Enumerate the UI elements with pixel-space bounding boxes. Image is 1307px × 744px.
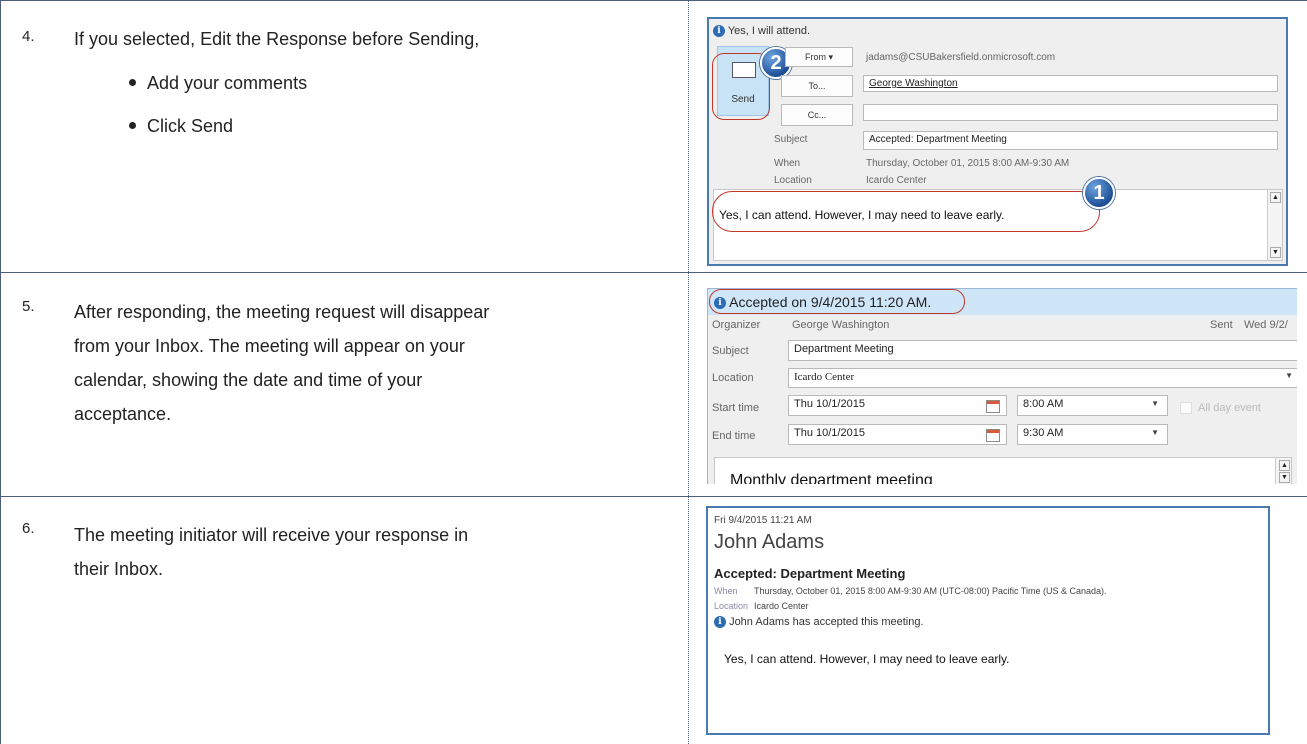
response-compose-screenshot: i Yes, I will attend. Send 2 From ▾ jada… [707, 17, 1288, 266]
highlight-accepted-oval [709, 289, 965, 314]
sent-value: Wed 9/2/ [1244, 319, 1288, 331]
cc-button[interactable]: Cc... [781, 104, 853, 126]
location-field[interactable]: Icardo Center ▼ [788, 368, 1297, 388]
calendar-icon[interactable] [986, 429, 1000, 442]
step-text: After responding, the meeting request wi… [74, 295, 489, 431]
sent-label: Sent [1210, 319, 1233, 331]
location-label: Location [714, 601, 749, 611]
scroll-up-icon[interactable]: ▲ [1279, 460, 1290, 471]
when-value: Thursday, October 01, 2015 8:00 AM-9:30 … [866, 158, 1070, 169]
info-icon: i [714, 616, 726, 629]
column-divider [688, 0, 689, 744]
when-label: When [714, 586, 738, 596]
subject-field[interactable]: Accepted: Department Meeting [863, 131, 1278, 150]
description-text: Monthly department meeting [730, 472, 933, 484]
organizer-inbox-screenshot: Fri 9/4/2015 11:21 AM John Adams Accepte… [706, 506, 1270, 735]
highlight-body-oval [712, 191, 1100, 232]
scrollbar[interactable]: ▲ ▼ [1275, 458, 1291, 484]
end-time-value: 9:30 AM [1023, 427, 1064, 439]
step-number: 5. [22, 298, 35, 315]
scrollbar[interactable]: ▲ ▼ [1267, 190, 1282, 260]
dropdown-arrow-icon[interactable]: ▼ [1285, 371, 1293, 380]
all-day-checkbox[interactable] [1180, 402, 1192, 414]
start-time-field[interactable]: 8:00 AM ▼ [1017, 395, 1168, 416]
start-time-label: Start time [712, 402, 760, 414]
step-number: 6. [22, 520, 35, 537]
step-text-line: calendar, showing the date and time of y… [74, 370, 423, 390]
table-top-border [0, 0, 1307, 1]
scroll-up-icon[interactable]: ▲ [1270, 192, 1281, 203]
end-time-field[interactable]: 9:30 AM ▼ [1017, 424, 1168, 445]
subject-field[interactable]: Department Meeting [788, 340, 1297, 361]
end-time-label: End time [712, 430, 756, 442]
location-value: Icardo Center [754, 601, 809, 611]
start-date-field[interactable]: Thu 10/1/2015 [788, 395, 1007, 416]
when-label: When [774, 158, 801, 169]
info-banner: i Yes, I will attend. [713, 25, 810, 38]
received-datetime: Fri 9/4/2015 11:21 AM [714, 515, 812, 526]
step-text-line: from your Inbox. The meeting will appear… [74, 336, 465, 356]
all-day-label: All day event [1198, 402, 1261, 414]
step-text-line: acceptance. [74, 404, 172, 424]
end-date-value: Thu 10/1/2015 [794, 427, 865, 439]
step-number: 4. [22, 28, 35, 45]
message-body: Yes, I can attend. However, I may need t… [724, 652, 1010, 666]
step-text-line: their Inbox. [74, 559, 164, 579]
bullet-list: Add your comments Click Send [125, 67, 307, 142]
to-recipient: George Washington [869, 78, 958, 89]
step-text: The meeting initiator will receive your … [74, 518, 468, 586]
step-text: If you selected, Edit the Response befor… [74, 29, 480, 49]
location-value: Icardo Center [866, 175, 927, 186]
dropdown-arrow-icon[interactable]: ▼ [1151, 428, 1159, 437]
subject-label: Subject [774, 134, 808, 145]
to-button[interactable]: To... [781, 75, 853, 97]
accepted-info: i John Adams has accepted this meeting. [714, 616, 924, 629]
step-text-line: The meeting initiator will receive your … [74, 525, 469, 545]
to-field[interactable]: George Washington [863, 75, 1278, 92]
info-icon: i [713, 25, 725, 38]
table-left-border [0, 0, 1, 744]
cc-field[interactable] [863, 104, 1278, 121]
from-value: jadams@CSUBakersfield.onmicrosoft.com [866, 52, 1056, 63]
start-time-value: 8:00 AM [1023, 398, 1064, 410]
banner-text: Yes, I will attend. [727, 25, 810, 37]
organizer-value: George Washington [792, 319, 890, 331]
from-button[interactable]: From ▾ [785, 47, 853, 67]
scroll-down-icon[interactable]: ▼ [1270, 247, 1281, 258]
message-subject: Accepted: Department Meeting [714, 566, 906, 581]
bullet-item: Click Send [125, 110, 307, 142]
organizer-label: Organizer [712, 319, 761, 331]
accepted-info-text: John Adams has accepted this meeting. [729, 616, 924, 628]
sender-name: John Adams [714, 531, 825, 553]
location-value: Icardo Center [794, 371, 855, 383]
dropdown-arrow-icon[interactable]: ▼ [1151, 399, 1159, 408]
scroll-down-icon[interactable]: ▼ [1279, 472, 1290, 483]
location-label: Location [712, 372, 754, 384]
end-date-field[interactable]: Thu 10/1/2015 [788, 424, 1007, 445]
step-text-line: After responding, the meeting request wi… [74, 302, 490, 322]
location-label: Location [774, 175, 812, 186]
row-divider-5-6 [0, 496, 1307, 497]
start-date-value: Thu 10/1/2015 [794, 398, 865, 410]
row-divider-4-5 [0, 272, 1307, 273]
bullet-item: Add your comments [125, 67, 307, 99]
accepted-meeting-screenshot: i Accepted on 9/4/2015 11:20 AM. Organiz… [707, 288, 1297, 484]
calendar-icon[interactable] [986, 400, 1000, 413]
when-value: Thursday, October 01, 2015 8:00 AM-9:30 … [754, 586, 1107, 596]
callout-badge-1: 1 [1083, 177, 1115, 209]
subject-label: Subject [712, 345, 749, 357]
